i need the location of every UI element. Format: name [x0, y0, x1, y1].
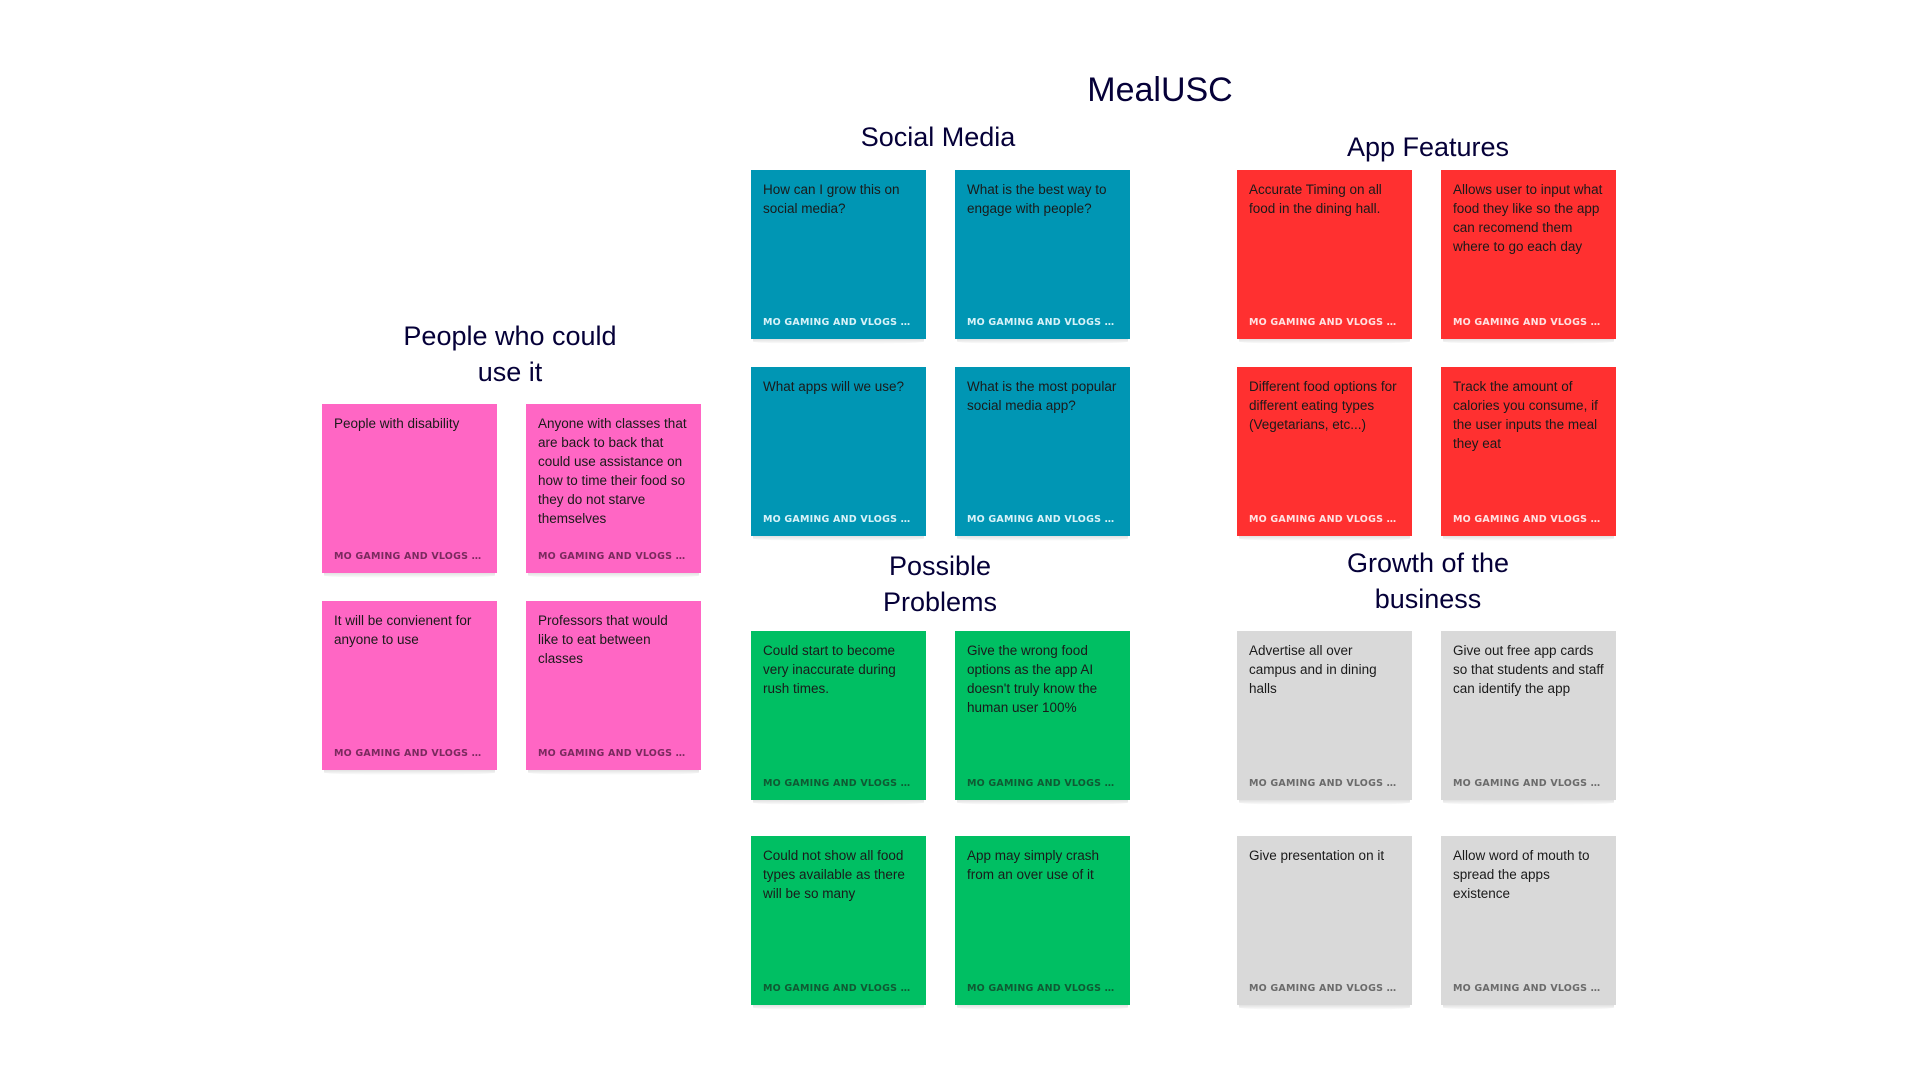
sticky-note[interactable]: Give out free app cards so that students…: [1441, 631, 1616, 805]
sticky-note-text: Track the amount of calories you consume…: [1453, 379, 1598, 451]
sticky-note-text: It will be convienent for anyone to use: [334, 613, 472, 647]
sticky-note[interactable]: Accurate Timing on all food in the dinin…: [1237, 170, 1412, 344]
sticky-note-author: MO GAMING AND VLOGS Wa...: [1249, 317, 1404, 328]
sticky-note[interactable]: Allow word of mouth to spread the apps e…: [1441, 836, 1616, 1010]
board-title[interactable]: MealUSC: [1010, 68, 1310, 114]
section-title-social-media[interactable]: Social Media: [820, 119, 1056, 155]
sticky-note-author: MO GAMING AND VLOGS Wa...: [538, 748, 693, 759]
sticky-note[interactable]: What is the best way to engage with peop…: [955, 170, 1130, 344]
sticky-note-text: Allows user to input what food they like…: [1453, 182, 1603, 254]
sticky-note-author: MO GAMING AND VLOGS Wa...: [967, 778, 1122, 789]
sticky-note-text: Could start to become very inaccurate du…: [763, 643, 896, 696]
sticky-note-text: Advertise all over campus and in dining …: [1249, 643, 1377, 696]
sticky-note-author: MO GAMING AND VLOGS Wa...: [763, 983, 918, 994]
sticky-note-text: Anyone with classes that are back to bac…: [538, 416, 687, 526]
sticky-note-author: MO GAMING AND VLOGS Wa...: [334, 748, 489, 759]
sticky-note-author: MO GAMING AND VLOGS Wa...: [763, 317, 918, 328]
sticky-note[interactable]: Allows user to input what food they like…: [1441, 170, 1616, 344]
section-title-people[interactable]: People who could use it: [380, 318, 640, 391]
sticky-note-text: What is the best way to engage with peop…: [967, 182, 1107, 216]
section-title-line: business: [1374, 584, 1482, 615]
section-title-line: use it: [477, 357, 543, 388]
sticky-note-author: MO GAMING AND VLOGS Wa...: [538, 551, 693, 562]
sticky-note-text: Give out free app cards so that students…: [1453, 643, 1604, 696]
section-title-line: Problems: [882, 587, 998, 618]
sticky-note[interactable]: What apps will we use? MO GAMING AND VLO…: [751, 367, 926, 541]
sticky-note-text: What is the most popular social media ap…: [967, 379, 1117, 413]
sticky-note[interactable]: How can I grow this on social media? MO …: [751, 170, 926, 344]
sticky-note-text: Could not show all food types available …: [763, 848, 905, 901]
sticky-note-author: MO GAMING AND VLOGS Wa...: [967, 983, 1122, 994]
sticky-note[interactable]: Anyone with classes that are back to bac…: [526, 404, 701, 578]
section-title-possible-problems[interactable]: Possible Problems: [822, 548, 1058, 621]
sticky-note-text: App may simply crash from an over use of…: [967, 848, 1100, 882]
sticky-note[interactable]: Track the amount of calories you consume…: [1441, 367, 1616, 541]
sticky-note-author: MO GAMING AND VLOGS Wa...: [967, 514, 1122, 525]
sticky-note-text: How can I grow this on social media?: [763, 182, 900, 216]
section-title-line: People who could: [403, 321, 617, 351]
sticky-note[interactable]: Could not show all food types available …: [751, 836, 926, 1010]
sticky-note-author: MO GAMING AND VLOGS Wa...: [1453, 778, 1608, 789]
sticky-note-author: MO GAMING AND VLOGS Wa...: [334, 551, 489, 562]
sticky-note-author: MO GAMING AND VLOGS Wa...: [1453, 317, 1608, 328]
sticky-note-text: People with disability: [334, 416, 460, 431]
section-title-app-features[interactable]: App Features: [1310, 129, 1546, 165]
sticky-note-text: What apps will we use?: [763, 379, 905, 394]
section-title-line: Possible: [888, 551, 992, 581]
sticky-note[interactable]: It will be convienent for anyone to use …: [322, 601, 497, 775]
sticky-note-text: Professors that would like to eat betwee…: [538, 613, 668, 666]
sticky-note[interactable]: Give the wrong food options as the app A…: [955, 631, 1130, 805]
sticky-note[interactable]: What is the most popular social media ap…: [955, 367, 1130, 541]
sticky-note[interactable]: Advertise all over campus and in dining …: [1237, 631, 1412, 805]
sticky-note-text: Different food options for different eat…: [1249, 379, 1397, 432]
sticky-note[interactable]: Give presentation on it MO GAMING AND VL…: [1237, 836, 1412, 1010]
sticky-note-author: MO GAMING AND VLOGS Wa...: [1249, 514, 1404, 525]
sticky-note[interactable]: People with disability MO GAMING AND VLO…: [322, 404, 497, 578]
sticky-note-text: Give the wrong food options as the app A…: [967, 643, 1098, 715]
sticky-note[interactable]: Professors that would like to eat betwee…: [526, 601, 701, 775]
sticky-note-author: MO GAMING AND VLOGS Wa...: [763, 778, 918, 789]
sticky-note-author: MO GAMING AND VLOGS Wa...: [1249, 778, 1404, 789]
sticky-note[interactable]: Could start to become very inaccurate du…: [751, 631, 926, 805]
sticky-note-author: MO GAMING AND VLOGS Wa...: [1453, 983, 1608, 994]
sticky-note-author: MO GAMING AND VLOGS Wa...: [1249, 983, 1404, 994]
sticky-note-author: MO GAMING AND VLOGS Wa...: [763, 514, 918, 525]
sticky-note-author: MO GAMING AND VLOGS Wa...: [967, 317, 1122, 328]
sticky-note-text: Allow word of mouth to spread the apps e…: [1453, 848, 1590, 901]
sticky-note[interactable]: Different food options for different eat…: [1237, 367, 1412, 541]
sticky-note[interactable]: App may simply crash from an over use of…: [955, 836, 1130, 1010]
sticky-note-author: MO GAMING AND VLOGS Wa...: [1453, 514, 1608, 525]
sticky-note-text: Accurate Timing on all food in the dinin…: [1249, 182, 1382, 216]
whiteboard-canvas[interactable]: MealUSC People who could use it People w…: [0, 0, 1920, 1080]
section-title-growth[interactable]: Growth of the business: [1310, 545, 1546, 618]
sticky-note-text: Give presentation on it: [1249, 848, 1385, 863]
section-title-line: Growth of the: [1346, 548, 1510, 578]
